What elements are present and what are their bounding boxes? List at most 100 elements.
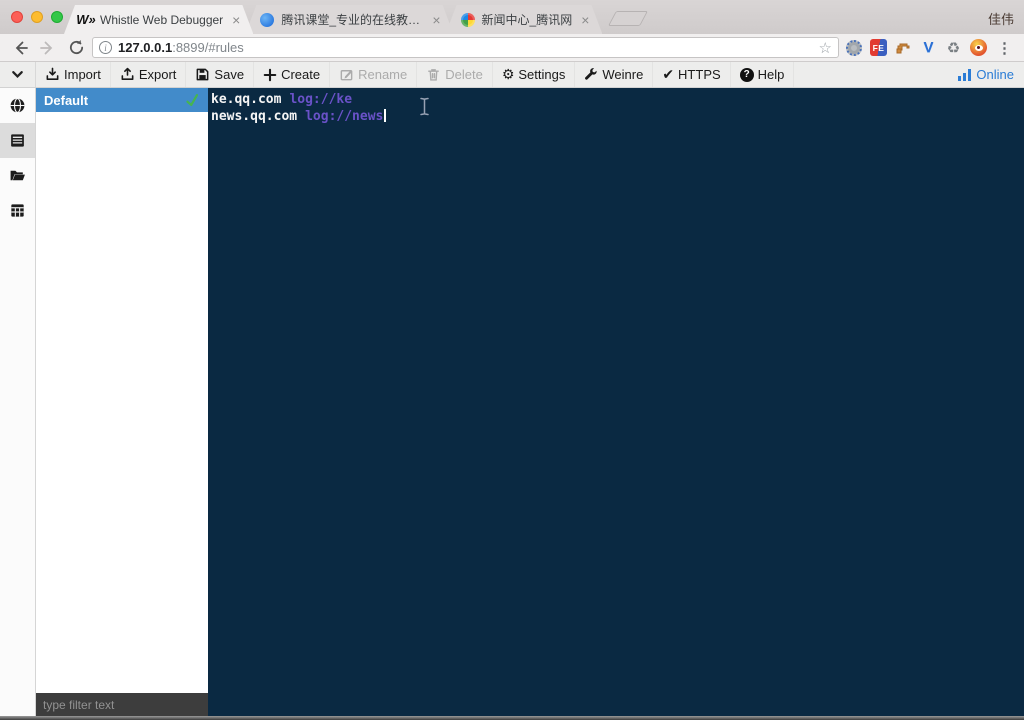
button-label: Rename xyxy=(358,67,408,82)
tab-title: 新闻中心_腾讯网 xyxy=(481,13,573,27)
values-folder-icon xyxy=(10,170,25,181)
check-icon: ✔ xyxy=(662,66,675,83)
button-label: Import xyxy=(64,67,101,82)
rules-filter-input[interactable] xyxy=(36,693,208,716)
button-label: Delete xyxy=(445,67,483,82)
rules-sidebar: Default xyxy=(36,88,208,716)
rule-line: ke.qq.com log://ke xyxy=(211,91,1024,108)
export-icon xyxy=(121,67,134,80)
rule-operation: log://ke xyxy=(289,92,353,107)
main-area: Default ke.qq.com log://ke news.qq.com log… xyxy=(0,88,1024,716)
extension-eye-icon[interactable] xyxy=(968,37,989,58)
online-bars-icon xyxy=(958,68,972,81)
button-label: Weinre xyxy=(602,67,644,82)
trash-icon xyxy=(428,69,440,81)
chevron-down-icon xyxy=(12,71,23,78)
import-button[interactable]: Import xyxy=(36,62,111,87)
help-button[interactable]: ? Help xyxy=(731,62,795,87)
wrench-icon xyxy=(585,67,597,80)
text-caret xyxy=(384,109,387,122)
delete-button: Delete xyxy=(417,62,493,87)
fullscreen-window-button[interactable] xyxy=(51,11,63,23)
window-bottom-edge xyxy=(0,716,1024,720)
url-text: 127.0.0.1:8899/#rules xyxy=(118,40,244,55)
button-label: Save xyxy=(214,67,245,82)
tab-close-icon[interactable]: × xyxy=(578,12,592,28)
mouse-cursor-ibeam-icon xyxy=(420,97,429,116)
sidebar-item-values[interactable] xyxy=(0,158,35,193)
save-button[interactable]: Save xyxy=(186,62,255,87)
rule-pattern: ke.qq.com xyxy=(211,92,282,107)
url-field[interactable]: i 127.0.0.1:8899/#rules ☆ xyxy=(92,37,839,58)
address-bar: i 127.0.0.1:8899/#rules ☆ FE V ♻ ⋮ xyxy=(0,34,1024,62)
tab-tencent-classroom[interactable]: 腾讯课堂_专业的在线教育平台( × xyxy=(245,5,453,34)
chrome-menu-icon[interactable]: ⋮ xyxy=(993,39,1016,57)
tencent-classroom-icon xyxy=(259,12,275,28)
tab-title: Whistle Web Debugger xyxy=(100,12,224,27)
extension-fe-icon[interactable]: FE xyxy=(868,37,889,58)
sidebar-item-plugins[interactable] xyxy=(0,193,35,228)
button-label: Help xyxy=(757,67,785,82)
whistle-toolbar: Import Export Save Create Rename Delete … xyxy=(0,62,1024,88)
reload-button[interactable] xyxy=(64,36,88,60)
online-label: Online xyxy=(976,67,1014,82)
back-arrow-icon xyxy=(15,41,28,54)
url-path: :8899/#rules xyxy=(172,40,244,55)
network-globe-icon xyxy=(10,98,25,113)
rules-editor[interactable]: ke.qq.com log://ke news.qq.com log://news xyxy=(208,88,1024,716)
extension-v-icon[interactable]: V xyxy=(918,37,939,58)
online-status[interactable]: Online xyxy=(948,62,1024,87)
forward-button[interactable] xyxy=(36,36,60,60)
plugins-table-icon xyxy=(11,204,24,217)
chrome-profile-name[interactable]: 佳伟 xyxy=(988,9,1014,28)
left-icon-column xyxy=(0,88,36,716)
macos-traffic-lights xyxy=(11,11,63,23)
import-icon xyxy=(46,67,59,80)
save-floppy-icon xyxy=(197,68,209,81)
new-tab-button[interactable] xyxy=(608,11,649,26)
page-info-icon[interactable]: i xyxy=(99,41,112,54)
rule-name: Default xyxy=(44,92,89,108)
collapse-toolbar-button[interactable] xyxy=(0,62,36,87)
reload-icon xyxy=(69,39,83,54)
back-button[interactable] xyxy=(8,36,32,60)
extension-pipe-icon[interactable] xyxy=(893,37,914,58)
export-button[interactable]: Export xyxy=(111,62,187,87)
rules-list-icon xyxy=(11,134,24,147)
tab-close-icon[interactable]: × xyxy=(229,12,243,28)
create-button[interactable]: Create xyxy=(254,62,331,87)
extension-recycle-icon[interactable]: ♻ xyxy=(943,37,964,58)
https-button[interactable]: ✔ HTTPS xyxy=(653,62,731,87)
button-label: Export xyxy=(138,67,177,82)
tab-close-icon[interactable]: × xyxy=(429,12,443,28)
rule-pattern: news.qq.com xyxy=(211,109,298,124)
browser-titlebar: W» Whistle Web Debugger × 腾讯课堂_专业的在线教育平台… xyxy=(0,0,1024,34)
rule-line: news.qq.com log://news xyxy=(211,108,1024,125)
sidebar-item-network[interactable] xyxy=(0,88,35,123)
rule-operation: log://news xyxy=(305,109,384,124)
weinre-button[interactable]: Weinre xyxy=(575,62,654,87)
sidebar-item-rules[interactable] xyxy=(0,123,35,158)
plus-icon xyxy=(263,68,277,81)
help-circle-icon: ? xyxy=(739,67,754,82)
rule-item-default[interactable]: Default xyxy=(36,88,208,112)
button-label: Settings xyxy=(518,67,566,82)
rename-button: Rename xyxy=(330,62,418,87)
edit-pencil-icon xyxy=(340,70,353,81)
tab-strip: W» Whistle Web Debugger × 腾讯课堂_专业的在线教育平台… xyxy=(64,5,649,34)
rule-enabled-check-icon xyxy=(186,93,199,106)
close-window-button[interactable] xyxy=(11,11,23,23)
extension-dotted-circle-icon[interactable] xyxy=(843,37,864,58)
tab-tencent-news[interactable]: 新闻中心_腾讯网 × xyxy=(446,5,603,34)
gear-icon: ⚙ xyxy=(501,66,515,83)
minimize-window-button[interactable] xyxy=(31,11,43,23)
tab-whistle-web-debugger[interactable]: W» Whistle Web Debugger × xyxy=(64,5,253,34)
bookmark-star-icon[interactable]: ☆ xyxy=(819,39,832,57)
button-label: HTTPS xyxy=(678,67,721,82)
settings-button[interactable]: ⚙ Settings xyxy=(493,62,576,87)
whistle-logo-icon: W» xyxy=(76,12,96,27)
forward-arrow-icon xyxy=(40,41,53,54)
tab-title: 腾讯课堂_专业的在线教育平台( xyxy=(281,13,421,27)
tencent-news-icon xyxy=(460,12,476,28)
button-label: Create xyxy=(281,67,321,82)
